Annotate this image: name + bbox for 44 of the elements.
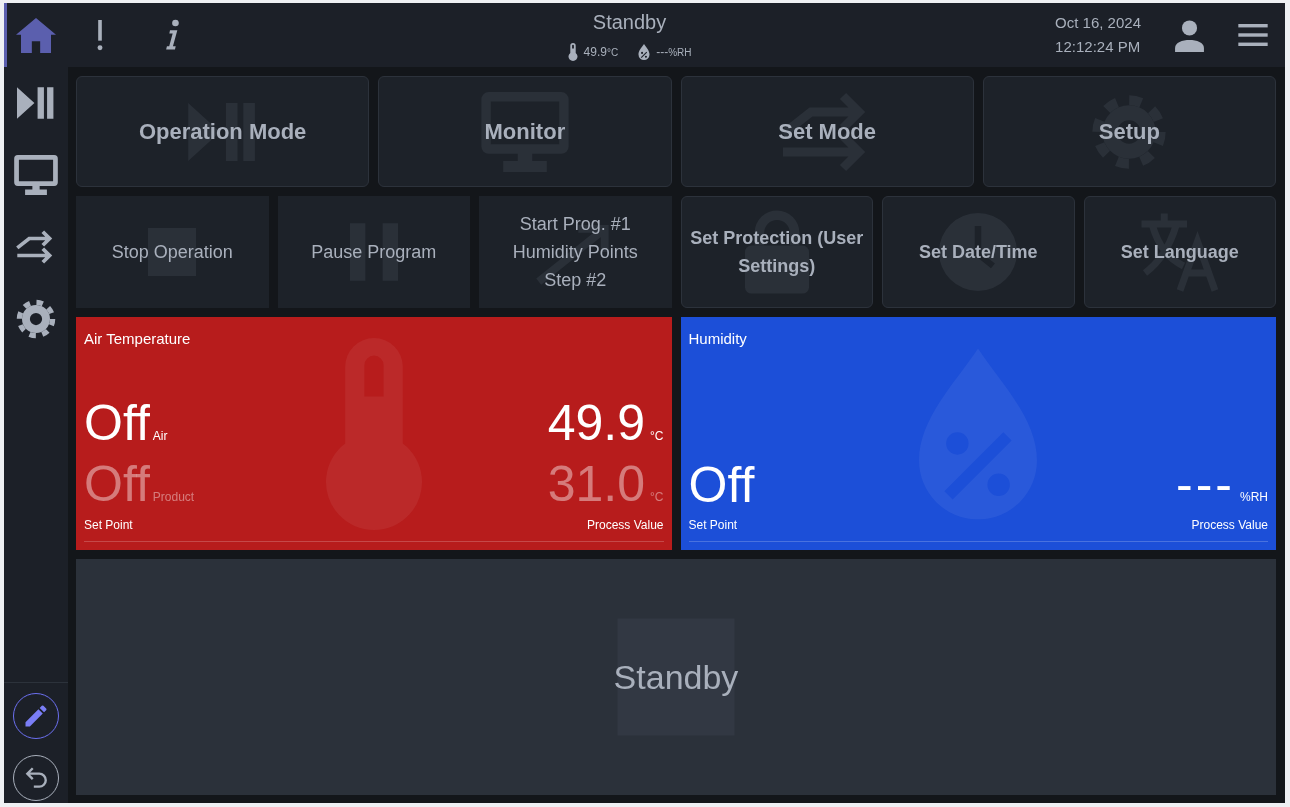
- settings-icon: [15, 298, 57, 340]
- menu-icon: [1238, 24, 1268, 46]
- status-text: Standby: [613, 656, 739, 698]
- process-value: 31.0: [547, 456, 646, 512]
- home-icon: [16, 17, 56, 53]
- status-title: Standby: [591, 10, 668, 35]
- command-button[interactable]: Stop Operation: [76, 196, 269, 308]
- unit-label: °C: [650, 429, 664, 443]
- menu-tile-button[interactable]: Monitor: [378, 76, 672, 187]
- settings-tile-button[interactable]: Set Date/Time: [882, 196, 1075, 308]
- process-value-label: Process Value: [587, 518, 664, 532]
- command-button[interactable]: Start Prog. #1 Humidity Points Step #2: [479, 196, 672, 308]
- process-value: 49.9: [547, 395, 646, 451]
- set-point-label: Set Point: [688, 518, 738, 532]
- process-value-label: Process Value: [1191, 518, 1268, 532]
- info-icon: [164, 19, 180, 51]
- user-icon: [1172, 18, 1206, 52]
- set-point-value: Off: [688, 457, 755, 513]
- menu-tile-button[interactable]: Set Mode: [680, 76, 974, 187]
- set-point-sublabel: Air: [152, 429, 168, 443]
- settings-tile-button[interactable]: Set Language: [1083, 196, 1276, 308]
- play-pause-icon: [17, 87, 55, 119]
- time-text: 12:12:24 PM: [1055, 37, 1141, 57]
- date-text: Oct 16, 2024: [1055, 13, 1141, 33]
- card-title: Air Temperature: [84, 329, 192, 349]
- set-point-sublabel: Product: [152, 490, 195, 504]
- thermometer-icon: [567, 43, 578, 61]
- unit-label: %RH: [1240, 490, 1268, 504]
- set-point-value: Off: [84, 395, 150, 451]
- temperature-reading: 49.9°C: [583, 43, 619, 61]
- unit-label: °C: [650, 490, 664, 504]
- settings-tile-button[interactable]: Set Protection (User Settings): [680, 196, 873, 308]
- process-value: ---: [1176, 456, 1235, 512]
- card-title: Humidity: [688, 329, 748, 349]
- command-button[interactable]: Pause Program: [277, 196, 470, 308]
- undo-arrow-icon: [23, 765, 49, 791]
- humidity-reading: ---%RH: [656, 43, 692, 61]
- exclamation-icon: [96, 19, 104, 51]
- menu-tile-button[interactable]: Operation Mode: [76, 76, 370, 187]
- menu-tile-button[interactable]: Setup: [982, 76, 1276, 187]
- set-point-value: Off: [84, 456, 150, 512]
- set-point-label: Set Point: [84, 518, 133, 532]
- humidity-drop-icon: [638, 44, 651, 60]
- monitor-icon: [14, 155, 58, 195]
